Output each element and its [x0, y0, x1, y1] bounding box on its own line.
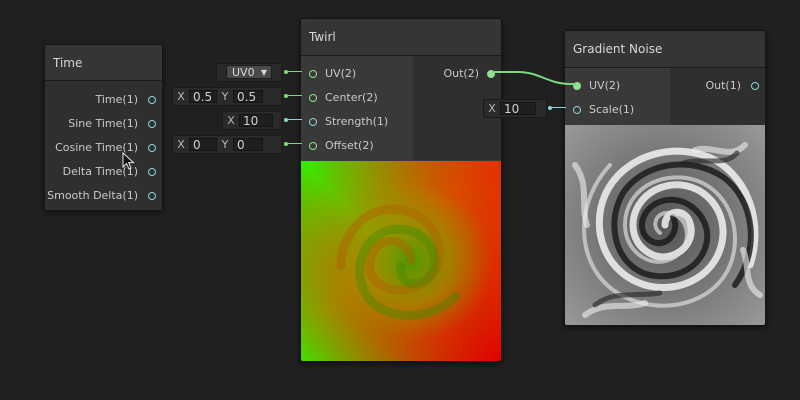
connector-wire — [288, 143, 302, 145]
port-label: Smooth Delta(1) — [47, 189, 138, 202]
time-output-sine-time[interactable]: Sine Time(1) — [68, 117, 156, 131]
dropdown-value: UV0 — [232, 66, 255, 79]
gradient-noise-node-header[interactable]: Gradient Noise — [565, 31, 765, 68]
twirl-input-offset[interactable]: Offset(2) — [309, 139, 374, 153]
time-output-delta-time[interactable]: Delta Time(1) — [63, 165, 156, 179]
center-x-input[interactable]: 0.5 — [189, 90, 217, 104]
x-label: X — [177, 90, 185, 103]
connector-wire — [288, 71, 302, 73]
input-port-icon[interactable] — [309, 118, 317, 126]
twirl-node[interactable]: Twirl UV(2) Center(2) Strength(1) Offset… — [300, 18, 502, 362]
port-label: Center(2) — [325, 91, 378, 104]
input-port-icon[interactable] — [309, 70, 317, 78]
port-label: Strength(1) — [325, 115, 389, 128]
strength-input[interactable]: 10 — [239, 114, 273, 128]
twirl-input-uv[interactable]: UV(2) — [309, 67, 356, 81]
offset-y-input[interactable]: 0 — [233, 138, 263, 152]
gradient-noise-output-out[interactable]: Out(1) — [705, 79, 759, 93]
time-output-smooth-delta[interactable]: Smooth Delta(1) — [47, 189, 156, 203]
output-port-icon[interactable] — [751, 82, 759, 90]
connector-wire — [552, 107, 566, 109]
connector-wire — [288, 119, 302, 121]
chevron-down-icon: ▼ — [260, 68, 267, 77]
twirl-input-strength[interactable]: Strength(1) — [309, 115, 388, 129]
input-port-icon[interactable] — [573, 82, 581, 90]
output-port-icon[interactable] — [148, 96, 156, 104]
y-label: Y — [221, 138, 229, 151]
mouse-cursor-icon — [122, 152, 135, 170]
gradient-noise-preview-image — [565, 125, 765, 325]
port-label: Sine Time(1) — [68, 117, 138, 130]
twirl-input-center[interactable]: Center(2) — [309, 91, 378, 105]
scale-field-box: X 10 — [483, 99, 547, 118]
twirl-preview-image — [301, 161, 501, 361]
time-node-header[interactable]: Time — [45, 45, 162, 81]
y-label: Y — [221, 90, 229, 103]
x-label: X — [227, 114, 235, 127]
output-port-icon[interactable] — [148, 120, 156, 128]
gradient-noise-input-scale[interactable]: Scale(1) — [573, 103, 634, 117]
time-output-cosine-time[interactable]: Cosine Time(1) — [55, 141, 156, 155]
output-port-icon[interactable] — [148, 168, 156, 176]
twirl-node-title: Twirl — [309, 30, 336, 44]
x-label: X — [177, 138, 185, 151]
twirl-node-header[interactable]: Twirl — [301, 19, 501, 56]
port-label: UV(2) — [589, 79, 621, 92]
gradient-noise-input-uv[interactable]: UV(2) — [573, 79, 620, 93]
port-label: Out(1) — [705, 79, 741, 92]
scale-input[interactable]: 10 — [500, 102, 536, 116]
center-y-input[interactable]: 0.5 — [233, 90, 263, 104]
input-port-icon[interactable] — [309, 142, 317, 150]
twirl-output-out[interactable]: Out(2) — [443, 67, 495, 81]
output-port-icon[interactable] — [148, 192, 156, 200]
output-port-icon[interactable] — [487, 70, 495, 78]
port-label: Out(2) — [443, 67, 479, 80]
port-label: Time(1) — [95, 93, 138, 106]
uv-channel-dropdown[interactable]: UV0 ▼ — [226, 65, 272, 79]
x-label: X — [488, 102, 496, 115]
port-label: Scale(1) — [589, 103, 635, 116]
time-output-time[interactable]: Time(1) — [95, 93, 156, 107]
input-port-icon[interactable] — [573, 106, 581, 114]
port-label: UV(2) — [325, 67, 357, 80]
output-port-icon[interactable] — [148, 144, 156, 152]
strength-field-box: X 10 — [222, 111, 282, 130]
time-node-title: Time — [53, 55, 83, 70]
port-label: Offset(2) — [325, 139, 374, 152]
offset-field-box: X 0 Y 0 — [172, 135, 282, 154]
offset-x-input[interactable]: 0 — [189, 138, 217, 152]
connector-wire — [288, 95, 302, 97]
time-node[interactable]: Time Time(1) Sine Time(1) Cosine Time(1)… — [44, 44, 163, 211]
center-field-box: X 0.5 Y 0.5 — [172, 87, 282, 106]
gradient-noise-node-title: Gradient Noise — [573, 42, 663, 56]
gradient-noise-node[interactable]: Gradient Noise UV(2) Scale(1) Out(1) — [564, 30, 766, 326]
input-port-icon[interactable] — [309, 94, 317, 102]
